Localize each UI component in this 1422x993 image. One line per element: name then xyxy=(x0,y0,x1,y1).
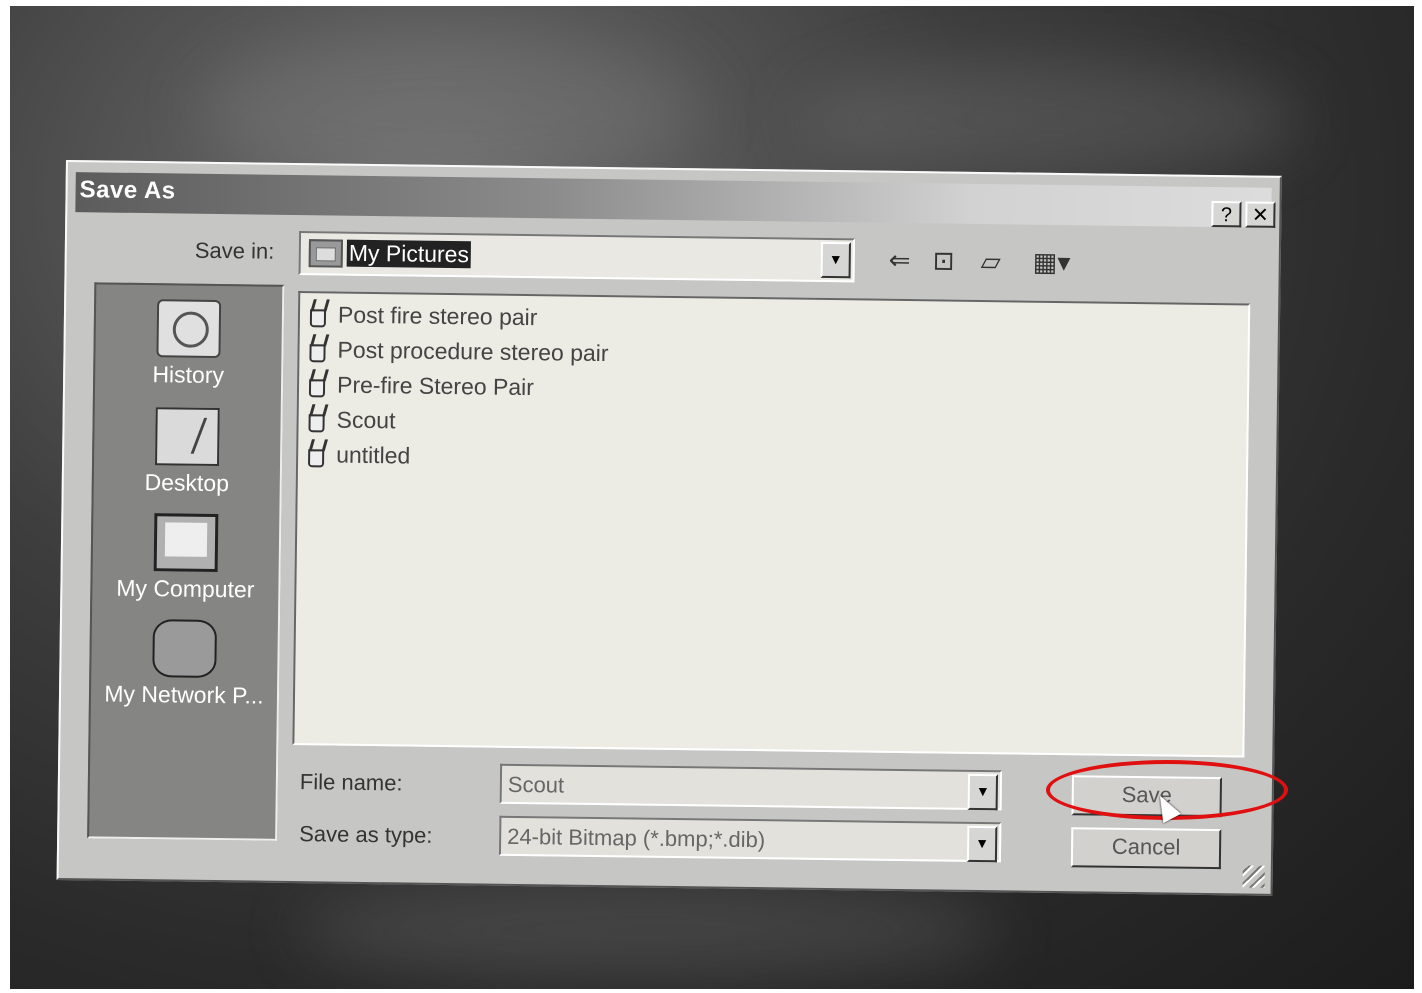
save-as-type-label: Save as type: xyxy=(299,821,433,848)
place-label: My Network P... xyxy=(104,680,264,709)
resize-grip[interactable] xyxy=(1242,865,1265,888)
window-title: Save As xyxy=(79,176,176,205)
view-menu-icon[interactable]: ▦▾ xyxy=(1033,247,1071,278)
place-network[interactable]: My Network P... xyxy=(91,618,278,709)
new-folder-icon[interactable]: ▱ xyxy=(981,246,1001,277)
file-name: Scout xyxy=(336,406,396,433)
place-label: Desktop xyxy=(144,469,230,497)
list-item[interactable]: Post fire stereo pair xyxy=(302,297,538,334)
close-button[interactable]: ✕ xyxy=(1245,201,1276,228)
file-name-value: Scout xyxy=(507,771,565,798)
places-bar: History Desktop My Computer My Network P… xyxy=(87,282,285,841)
save-as-type-dropdown[interactable]: 24-bit Bitmap (*.bmp;*.dib) ▼ xyxy=(498,815,1002,863)
list-item[interactable]: untitled xyxy=(300,437,411,472)
back-arrow-icon[interactable]: ⇐ xyxy=(889,245,911,276)
list-item[interactable]: Pre-fire Stereo Pair xyxy=(301,367,534,404)
help-button[interactable]: ? xyxy=(1211,200,1242,228)
file-icon xyxy=(301,369,331,399)
title-bar[interactable]: Save As xyxy=(75,172,1272,228)
chevron-down-icon[interactable]: ▼ xyxy=(820,241,851,279)
save-in-value: My Pictures xyxy=(346,239,472,269)
file-name: Post fire stereo pair xyxy=(337,301,538,330)
cancel-button[interactable]: Cancel xyxy=(1070,827,1222,870)
chevron-down-icon[interactable]: ▼ xyxy=(966,825,998,863)
file-name: untitled xyxy=(336,441,411,469)
network-places-icon xyxy=(152,619,217,679)
file-icon xyxy=(302,299,332,329)
save-as-type-value: 24-bit Bitmap (*.bmp;*.dib) xyxy=(507,823,766,853)
save-in-dropdown[interactable]: My Pictures ▼ xyxy=(298,231,856,283)
up-folder-icon[interactable]: ⊡ xyxy=(933,245,955,276)
file-name: Pre-fire Stereo Pair xyxy=(336,371,535,400)
place-label: History xyxy=(152,361,225,389)
desktop-icon xyxy=(155,407,220,467)
place-desktop[interactable]: Desktop xyxy=(94,406,281,497)
history-icon xyxy=(156,299,222,359)
place-history[interactable]: History xyxy=(95,298,282,389)
chevron-down-icon[interactable]: ▼ xyxy=(967,773,999,811)
file-icon xyxy=(300,439,330,469)
file-name-label: File name: xyxy=(299,769,403,796)
list-item[interactable]: Post procedure stereo pair xyxy=(301,332,608,370)
list-item[interactable]: Scout xyxy=(300,402,395,437)
place-my-computer[interactable]: My Computer xyxy=(92,512,279,603)
my-computer-icon xyxy=(153,513,219,573)
file-icon xyxy=(300,404,330,434)
place-label: My Computer xyxy=(116,574,255,603)
background-cloud xyxy=(300,880,1000,980)
folder-icon xyxy=(308,239,343,268)
file-name: Post procedure stereo pair xyxy=(337,336,609,366)
file-icon xyxy=(301,334,331,364)
background-cloud xyxy=(800,60,1300,180)
file-list[interactable]: Post fire stereo pair Post procedure ste… xyxy=(292,291,1251,758)
save-in-label: Save in: xyxy=(194,237,275,264)
file-name-field[interactable]: Scout ▼ xyxy=(499,763,1003,811)
